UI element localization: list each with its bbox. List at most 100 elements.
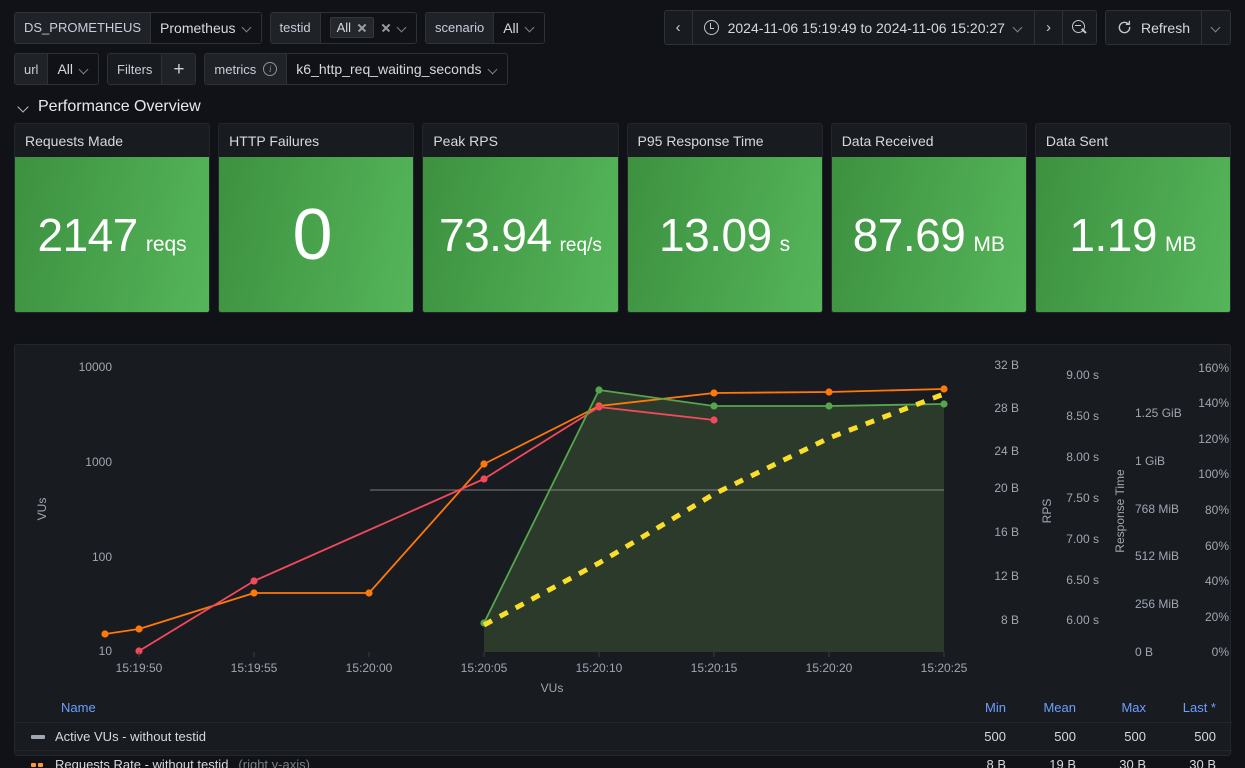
timeseries-panel[interactable]: 10 100 1000 10000 VUs 8 B 12 B 16 B 20 B 24 B 28 B… (14, 344, 1232, 768)
legend-table: Name Min Mean Max Last * Active VUs - wi… (15, 695, 1232, 768)
metrics-variable[interactable]: metrics i k6_http_req_waiting_seconds (204, 53, 508, 85)
stat-value-area: 1.19 MB (1035, 157, 1231, 312)
time-shift-forward-button[interactable]: › (1035, 11, 1063, 44)
legend-header-name[interactable]: Name (15, 695, 936, 723)
chevron-down-icon (489, 65, 498, 74)
series-point-requests-rate (365, 589, 373, 597)
scenario-variable-text: All (503, 19, 519, 36)
time-range-picker[interactable]: ‹ 2024-11-06 15:19:49 to 2024-11-06 15:2… (663, 10, 1097, 45)
stat-panel-http-failures[interactable]: HTTP Failures 0 (218, 123, 415, 313)
legend-series-name-cell[interactable]: Active VUs - without testid (15, 722, 936, 751)
legend-series-name-cell[interactable]: Requests Rate - without testid (right y-a… (15, 750, 936, 768)
stat-unit: MB (1164, 232, 1197, 256)
scenario-variable[interactable]: scenario All (425, 11, 545, 44)
y-axis-right-tick: 60% (1205, 539, 1229, 553)
legend-color-swatch[interactable] (31, 734, 45, 739)
stat-panel-requests-made[interactable]: Requests Made 2147 reqs (14, 123, 211, 313)
y-axis-right-tick: 20 B (994, 481, 1019, 495)
y-axis-right-tick: 120% (1198, 432, 1229, 446)
stat-panel-peak-rps[interactable]: Peak RPS 73.94 req/s (422, 123, 619, 313)
y-axis-right-tick: 1 GiB (1135, 454, 1165, 468)
testid-chip-label: All (336, 20, 352, 35)
y-axis-right-tick: 80% (1205, 503, 1229, 517)
refresh-control[interactable]: Refresh (1104, 10, 1231, 45)
series-point-requests-rate (480, 460, 488, 468)
stat-value: 73.94 (438, 208, 552, 261)
legend-header-max[interactable]: Max (1076, 695, 1146, 723)
add-filter-button[interactable]: + (161, 54, 196, 84)
series-point-requests-rate (250, 589, 258, 597)
y-axis-left-tick: 10000 (79, 360, 113, 374)
legend-value-last: 500 (1146, 722, 1216, 751)
info-icon[interactable]: i (263, 62, 278, 76)
y-axis-right-tick: 512 MiB (1135, 549, 1179, 563)
legend-color-swatch[interactable] (31, 762, 45, 767)
filters-control[interactable]: Filters + (107, 53, 197, 85)
zoom-out-button[interactable] (1063, 11, 1096, 44)
remove-chip-icon[interactable] (357, 23, 367, 33)
y-axis-right-tick: 140% (1198, 396, 1229, 410)
refresh-interval-button[interactable] (1202, 11, 1230, 44)
stat-value: 87.69 (852, 208, 966, 261)
time-shift-back-button[interactable]: ‹ (665, 11, 693, 44)
chevron-down-icon (526, 23, 535, 32)
scenario-variable-value[interactable]: All (494, 12, 544, 43)
series-point-active-vus (595, 386, 603, 394)
legend-value-max: 500 (1076, 722, 1146, 751)
row-header-performance-overview[interactable]: Performance Overview (0, 89, 1245, 123)
legend-row[interactable]: Requests Rate - without testid (right y-a… (15, 750, 1232, 768)
y-axis-right-title: RPS (1040, 499, 1054, 524)
y-axis-left-title: VUs (35, 498, 49, 521)
series-point-requests-rate (101, 630, 109, 638)
chevron-down-icon[interactable] (18, 102, 29, 113)
y-axis-right-tick: 7.50 s (1066, 491, 1099, 505)
legend-header-last[interactable]: Last * (1146, 695, 1216, 723)
x-axis-tick-label: 15:20:25 (921, 661, 968, 675)
legend-header-mean[interactable]: Mean (1006, 695, 1076, 723)
legend-value-min: 8 B (936, 750, 1006, 768)
stat-panel-data-received[interactable]: Data Received 87.69 MB (830, 123, 1027, 313)
datasource-variable-value[interactable]: Prometheus (151, 12, 261, 43)
stat-value: 1.19 (1069, 208, 1157, 261)
stat-value-area: 73.94 req/s (423, 157, 618, 312)
testid-variable-value[interactable]: All (320, 12, 417, 43)
series-point-active-vus (825, 402, 833, 410)
y-axis-right-tick: 6.00 s (1066, 613, 1099, 627)
x-axis-tick-label: 15:20:00 (346, 661, 393, 675)
x-axis-title: VUs (541, 681, 564, 695)
legend-series-label: Active VUs - without testid (55, 729, 206, 744)
metrics-variable-label: metrics i (205, 54, 288, 84)
y-axis-right-tick: 256 MiB (1135, 597, 1179, 611)
legend-row[interactable]: Active VUs - without testid 500 500 500 500 (15, 722, 1232, 751)
stat-unit: reqs (145, 232, 187, 256)
scenario-variable-label: scenario (426, 12, 495, 43)
legend-header-min[interactable]: Min (936, 695, 1006, 723)
plot-area[interactable]: 10 100 1000 10000 VUs 8 B 12 B 16 B 20 B 24 B 28 B… (15, 345, 1232, 695)
datasource-variable[interactable]: DS_PROMETHEUS Prometheus (14, 11, 262, 44)
zoom-out-icon (1071, 20, 1087, 35)
y-axis-right-tick: 8.00 s (1066, 450, 1099, 464)
metrics-variable-text: k6_http_req_waiting_seconds (296, 61, 482, 77)
metrics-variable-value[interactable]: k6_http_req_waiting_seconds (287, 54, 507, 84)
legend-value-mean: 19 B (1006, 750, 1076, 768)
stat-value: 0 (292, 194, 333, 275)
stat-panel-data-sent[interactable]: Data Sent 1.19 MB (1034, 123, 1232, 313)
url-variable[interactable]: url All (14, 53, 100, 85)
refresh-button[interactable]: Refresh (1106, 11, 1202, 44)
testid-variable[interactable]: testid All (269, 11, 418, 44)
y-axis-right-tick: 40% (1205, 574, 1229, 588)
y-axis-right-tick: 9.00 s (1066, 368, 1099, 382)
stat-value-area: 13.09 s (627, 157, 822, 312)
stat-value: 2147 (37, 208, 138, 261)
legend-value-min: 500 (936, 722, 1006, 751)
stat-unit: s (779, 232, 791, 256)
panel-title: Data Received (841, 133, 934, 149)
testid-selected-chip[interactable]: All (329, 17, 375, 38)
url-variable-value[interactable]: All (48, 54, 99, 84)
stat-panel-p95-response-time[interactable]: P95 Response Time 13.09 s (626, 123, 823, 313)
filters-label: Filters (108, 54, 162, 84)
panel-title: P95 Response Time (637, 133, 764, 149)
clear-selection-icon[interactable] (381, 23, 391, 33)
time-range-button[interactable]: 2024-11-06 15:19:49 to 2024-11-06 15:20:… (693, 11, 1035, 44)
y-axis-right-tick: 7.00 s (1066, 532, 1099, 546)
